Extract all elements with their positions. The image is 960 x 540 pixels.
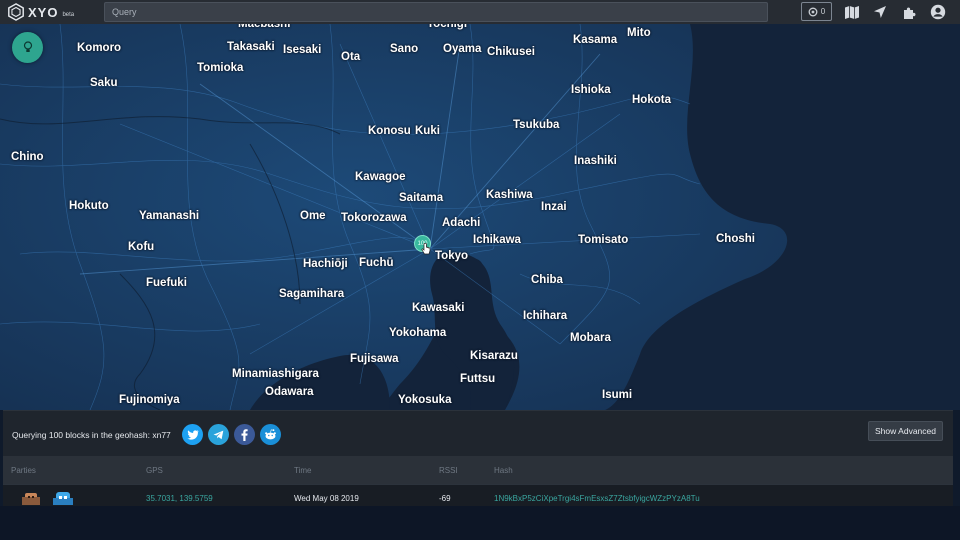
place-label: Kasama bbox=[573, 34, 618, 46]
page-background bbox=[0, 506, 960, 540]
twitter-share-button[interactable] bbox=[182, 424, 203, 445]
logo-text: XYO bbox=[28, 4, 59, 20]
place-label: Yokohama bbox=[389, 327, 447, 339]
place-label: Yamanashi bbox=[139, 210, 200, 222]
place-label: Fujinomiya bbox=[119, 394, 180, 406]
place-label: Tokyo bbox=[435, 250, 469, 262]
place-label: Takasaki bbox=[227, 41, 275, 53]
place-label: Ichihara bbox=[523, 310, 568, 322]
column-header-rssi[interactable]: RSSI bbox=[439, 466, 458, 475]
place-label: Tokorozawa bbox=[341, 212, 407, 224]
xyo-logo-icon bbox=[8, 3, 24, 21]
place-label: Kawagoe bbox=[355, 171, 406, 183]
app-window: XYO beta 0 bbox=[0, 0, 960, 540]
row-hash-link[interactable]: 1N9kBxP5zCiXpeTrgi4sFmEsxsZ7ZtsbfyigcWZz… bbox=[494, 494, 700, 503]
place-label: Hokuto bbox=[69, 200, 109, 212]
place-label: Kuki bbox=[415, 125, 440, 137]
place-label: Ota bbox=[341, 51, 361, 63]
telegram-icon bbox=[213, 430, 224, 439]
place-label: Futtsu bbox=[460, 373, 496, 385]
map-icon[interactable] bbox=[843, 3, 861, 21]
place-label: Hachiōji bbox=[303, 258, 348, 270]
column-header-gps[interactable]: GPS bbox=[146, 466, 163, 475]
place-label: Isumi bbox=[602, 389, 633, 401]
row-gps-link[interactable]: 35.7031, 139.5759 bbox=[146, 494, 213, 503]
place-label: Saitama bbox=[399, 192, 444, 204]
table-row[interactable]: 35.7031, 139.5759 Wed May 08 2019 -69 1N… bbox=[3, 484, 953, 506]
beta-badge: beta bbox=[62, 12, 75, 18]
block-count: 0 bbox=[820, 7, 826, 16]
top-bar: XYO beta 0 bbox=[0, 0, 960, 24]
twitter-icon bbox=[186, 429, 198, 440]
place-label: Sano bbox=[390, 43, 419, 55]
party-avatar-icon bbox=[22, 493, 40, 505]
show-advanced-button[interactable]: Show Advanced bbox=[868, 421, 943, 441]
place-label: Ome bbox=[300, 210, 326, 222]
place-label: Mito bbox=[627, 27, 651, 39]
place-label: Fujisawa bbox=[350, 353, 399, 365]
row-rssi: -69 bbox=[439, 494, 451, 503]
puzzle-icon[interactable] bbox=[900, 3, 918, 21]
column-header-hash[interactable]: Hash bbox=[494, 466, 513, 475]
place-label: Oyama bbox=[443, 43, 482, 55]
tips-bulb-button[interactable] bbox=[12, 32, 43, 63]
place-label: Chikusei bbox=[487, 46, 535, 58]
place-label: Fuchū bbox=[359, 257, 394, 269]
row-time: Wed May 08 2019 bbox=[294, 494, 359, 503]
hand-pointer-icon bbox=[421, 243, 431, 255]
block-counter[interactable]: 0 bbox=[801, 2, 832, 21]
place-label: Tomioka bbox=[197, 62, 244, 74]
place-label: Isesaki bbox=[283, 44, 322, 56]
place-label: Mobara bbox=[570, 332, 611, 344]
column-header-time[interactable]: Time bbox=[294, 466, 311, 475]
table-header: Parties GPS Time RSSI Hash bbox=[3, 456, 953, 484]
facebook-icon bbox=[241, 428, 248, 441]
place-label: Ishioka bbox=[571, 84, 611, 96]
place-label: Sagamihara bbox=[279, 288, 345, 300]
place-label: Odawara bbox=[265, 386, 314, 398]
query-status-text: Querying 100 blocks in the geohash: xn77 bbox=[12, 430, 171, 440]
lightbulb-icon bbox=[23, 41, 32, 52]
place-label: Komoro bbox=[77, 42, 122, 54]
query-input[interactable] bbox=[104, 2, 768, 22]
column-header-parties[interactable]: Parties bbox=[11, 466, 36, 475]
reddit-share-button[interactable] bbox=[260, 424, 281, 445]
place-label: Inzai bbox=[541, 201, 567, 213]
place-label: Hokota bbox=[632, 94, 671, 106]
place-label: Tomisato bbox=[578, 234, 629, 246]
place-label: Saku bbox=[90, 77, 118, 89]
place-label: Choshi bbox=[716, 233, 755, 245]
place-label: Kashiwa bbox=[486, 189, 533, 201]
place-label: Yokosuka bbox=[398, 394, 452, 406]
place-label: Kawasaki bbox=[412, 302, 465, 314]
place-label: Konosu bbox=[368, 125, 411, 137]
telegram-share-button[interactable] bbox=[208, 424, 229, 445]
reddit-icon bbox=[265, 429, 276, 440]
query-panel: Querying 100 blocks in the geohash: xn77… bbox=[3, 410, 953, 456]
place-label: Fuefuki bbox=[146, 277, 187, 289]
place-label: Chino bbox=[11, 151, 44, 163]
place-label: Tochigi bbox=[427, 24, 468, 30]
facebook-share-button[interactable] bbox=[234, 424, 255, 445]
place-label: Kofu bbox=[128, 241, 155, 253]
user-icon[interactable] bbox=[929, 3, 947, 21]
place-label: Ichikawa bbox=[473, 234, 521, 246]
logo[interactable]: XYO beta bbox=[7, 2, 74, 22]
party-avatar-icon bbox=[53, 492, 73, 505]
place-label: Inashiki bbox=[574, 155, 617, 167]
place-label: Tsukuba bbox=[513, 119, 560, 131]
place-label: Adachi bbox=[442, 217, 481, 229]
location-arrow-icon[interactable] bbox=[871, 3, 889, 21]
place-label: Kisarazu bbox=[470, 350, 518, 362]
place-label: Maebashi bbox=[238, 24, 291, 30]
place-label: Chiba bbox=[531, 274, 563, 286]
block-icon bbox=[808, 7, 818, 16]
map-view[interactable]: Maebashi Tochigi Mito Komoro Takasaki Isesaki… bbox=[0, 24, 960, 410]
place-label: Minamiashigara bbox=[232, 368, 319, 380]
